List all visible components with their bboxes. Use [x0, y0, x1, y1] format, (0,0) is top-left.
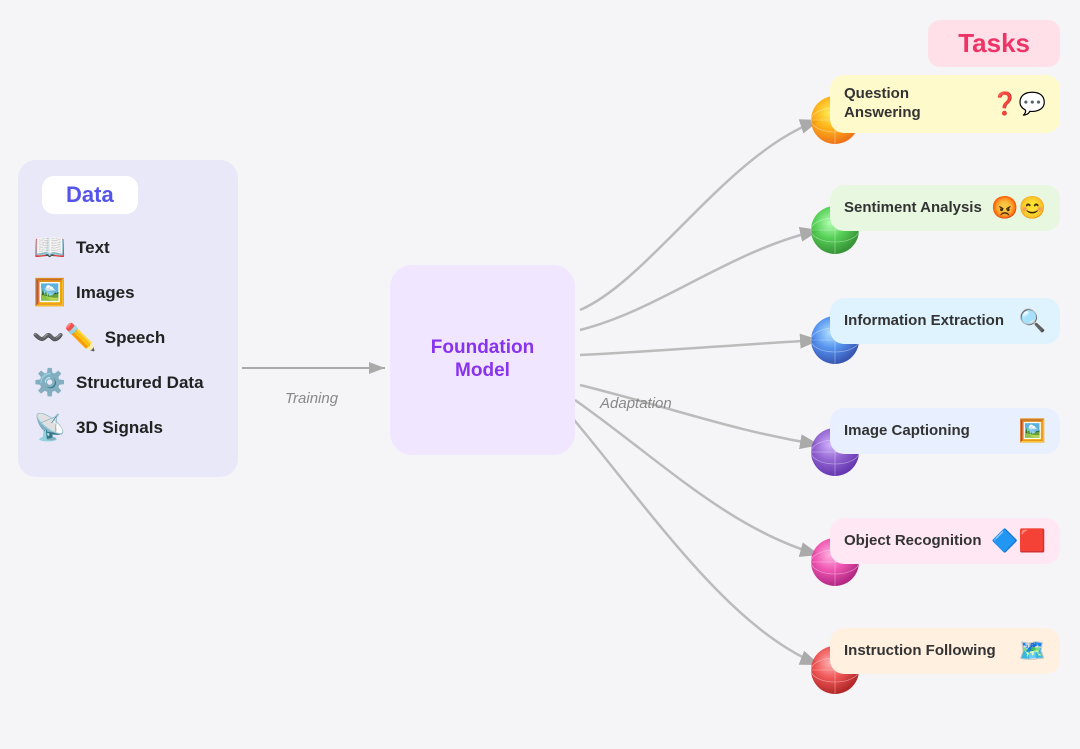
data-title: Data: [66, 182, 114, 207]
foundation-model-label: FoundationModel: [431, 337, 534, 383]
task-ie-emoji: 🔍: [1019, 308, 1046, 334]
data-item-structured-label: Structured Data: [76, 373, 204, 393]
task-box-qa: Question Answering ❓💬: [830, 75, 1060, 133]
tasks-title: Tasks: [958, 28, 1030, 58]
data-panel: Data 📖 Text 🖼️ Images 〰️✏️ Speech ⚙️ Str…: [18, 160, 238, 477]
task-box-if: Instruction Following 🗺️: [830, 628, 1060, 674]
data-item-images-label: Images: [76, 283, 135, 303]
data-item-signals: 📡 3D Signals: [32, 412, 224, 443]
task-qa-label: Question Answering: [844, 85, 983, 123]
data-item-signals-label: 3D Signals: [76, 418, 163, 438]
signals-icon: 📡: [32, 412, 68, 443]
data-item-structured: ⚙️ Structured Data: [32, 367, 224, 398]
speech-icon: 〰️✏️: [32, 322, 97, 353]
task-sa-label: Sentiment Analysis: [844, 199, 983, 218]
task-box-ie: Information Extraction 🔍: [830, 298, 1060, 344]
task-box-ic: Image Captioning 🖼️: [830, 408, 1060, 454]
data-item-images: 🖼️ Images: [32, 277, 224, 308]
images-icon: 🖼️: [32, 277, 68, 308]
data-item-text-label: Text: [76, 238, 110, 258]
data-item-text: 📖 Text: [32, 232, 224, 263]
task-ie-label: Information Extraction: [844, 312, 1011, 331]
training-label: Training: [285, 390, 338, 407]
task-qa-emoji: ❓💬: [991, 91, 1046, 117]
text-icon: 📖: [32, 232, 68, 263]
task-ic-label: Image Captioning: [844, 422, 1011, 441]
task-if-label: Instruction Following: [844, 642, 1011, 661]
task-or-label: Object Recognition: [844, 532, 983, 551]
tasks-title-box: Tasks: [928, 20, 1060, 67]
foundation-model-box: FoundationModel: [390, 265, 575, 455]
task-if-emoji: 🗺️: [1019, 638, 1046, 664]
task-box-sa: Sentiment Analysis 😡😊: [830, 185, 1060, 231]
data-item-speech: 〰️✏️ Speech: [32, 322, 224, 353]
data-item-speech-label: Speech: [105, 328, 165, 348]
task-box-or: Object Recognition 🔷🟥: [830, 518, 1060, 564]
adaptation-label: Adaptation: [600, 395, 672, 412]
task-ic-emoji: 🖼️: [1019, 418, 1046, 444]
structured-icon: ⚙️: [32, 367, 68, 398]
task-sa-emoji: 😡😊: [991, 195, 1046, 221]
data-title-box: Data: [42, 176, 138, 214]
task-or-emoji: 🔷🟥: [991, 528, 1046, 554]
